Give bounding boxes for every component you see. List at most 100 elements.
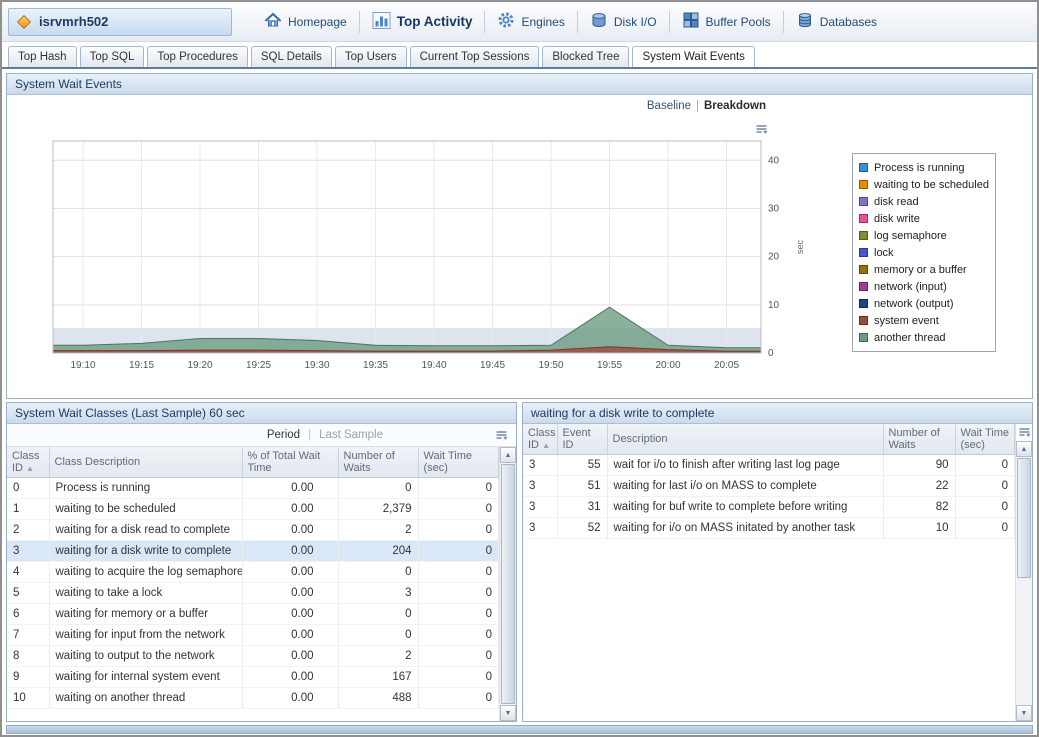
cell-number-of-waits: 0	[338, 624, 418, 645]
column-header-wait-time[interactable]: Wait Time (sec)	[955, 424, 1015, 454]
panel-title: waiting for a disk write to complete	[523, 403, 1032, 424]
nav-label: Top Activity	[397, 14, 473, 29]
tab-top-hash[interactable]: Top Hash	[8, 46, 77, 67]
table-row[interactable]: 351waiting for last i/o on MASS to compl…	[523, 475, 1015, 496]
scroll-up-button[interactable]: ▲	[500, 447, 516, 463]
cell-wait-time: 0	[955, 475, 1015, 496]
svg-text:20:00: 20:00	[655, 360, 680, 371]
table-row[interactable]: 2waiting for a disk read to complete0.00…	[7, 519, 499, 540]
svg-text:20:05: 20:05	[714, 360, 739, 371]
svg-text:19:15: 19:15	[129, 360, 154, 371]
cell-wait-time: 0	[955, 496, 1015, 517]
column-header-class-id[interactable]: Class ID ▲	[523, 424, 557, 454]
cell-number-of-waits: 167	[338, 666, 418, 687]
scrollbar-track[interactable]	[1016, 457, 1032, 705]
wait-classes-table-body: 0Process is running0.00001waiting to be …	[7, 477, 499, 708]
legend-swatch-icon	[859, 180, 868, 189]
scroll-up-button[interactable]: ▲	[1016, 441, 1032, 457]
table-row[interactable]: 352waiting for i/o on MASS initated by a…	[523, 517, 1015, 538]
nav-item-disk-io[interactable]: Disk I/O	[578, 11, 669, 32]
scrollbar-thumb[interactable]	[501, 464, 515, 704]
period-value-dropdown[interactable]: Last Sample	[319, 429, 383, 441]
main-navigation: Homepage Top Activity Engines Disk I/O B…	[252, 2, 889, 41]
cell-wait-time: 0	[955, 517, 1015, 538]
table-row[interactable]: 0Process is running0.0000	[7, 477, 499, 498]
legend-swatch-icon	[859, 299, 868, 308]
svg-text:19:25: 19:25	[246, 360, 271, 371]
legend-label: log semaphore	[874, 230, 947, 242]
column-header-number-of-waits[interactable]: Number of Waits	[338, 447, 418, 477]
tab-top-sql[interactable]: Top SQL	[80, 46, 145, 67]
server-name: isrvmrh502	[39, 14, 108, 29]
table-row[interactable]: 7waiting for input from the network0.000…	[7, 624, 499, 645]
cell-wait-time: 0	[955, 454, 1015, 475]
column-header-number-of-waits[interactable]: Number of Waits	[883, 424, 955, 454]
cell-number-of-waits: 22	[883, 475, 955, 496]
tab-blocked-tree[interactable]: Blocked Tree	[542, 46, 629, 67]
table-row[interactable]: 5waiting to take a lock0.0030	[7, 582, 499, 603]
cell-class-description: waiting for a disk read to complete	[49, 519, 242, 540]
nav-item-databases[interactable]: Databases	[784, 11, 889, 32]
nav-item-engines[interactable]: Engines	[485, 11, 576, 32]
vertical-scrollbar[interactable]: ▲ ▼	[1015, 424, 1032, 721]
cell-wait-time: 0	[418, 540, 499, 561]
cell-class-id: 6	[7, 603, 49, 624]
cell-wait-time: 0	[418, 561, 499, 582]
legend-label: network (input)	[874, 281, 947, 293]
column-header-pct-total-wait-time[interactable]: % of Total Wait Time	[242, 447, 338, 477]
cell-class-id: 2	[7, 519, 49, 540]
nav-item-homepage[interactable]: Homepage	[252, 11, 359, 32]
scroll-down-button[interactable]: ▼	[500, 705, 516, 721]
server-selector[interactable]: isrvmrh502	[8, 8, 232, 36]
cell-pct-total-wait-time: 0.00	[242, 540, 338, 561]
tab-current-top-sessions[interactable]: Current Top Sessions	[410, 46, 540, 67]
table-row[interactable]: 4waiting to acquire the log semaphore0.0…	[7, 561, 499, 582]
period-toolbar: Period | Last Sample	[7, 424, 516, 447]
baseline-link[interactable]: Baseline	[647, 100, 691, 112]
cell-class-id: 3	[523, 475, 557, 496]
table-row[interactable]: 355wait for i/o to finish after writing …	[523, 454, 1015, 475]
table-row[interactable]: 6waiting for memory or a buffer0.0000	[7, 603, 499, 624]
cell-event-id: 55	[557, 454, 607, 475]
legend-label: waiting to be scheduled	[874, 179, 989, 191]
tab-top-users[interactable]: Top Users	[335, 46, 407, 67]
table-row[interactable]: 9waiting for internal system event0.0016…	[7, 666, 499, 687]
column-header-description[interactable]: Description	[607, 424, 883, 454]
svg-text:19:50: 19:50	[538, 360, 563, 371]
cell-class-description: waiting on another thread	[49, 687, 242, 708]
legend-swatch-icon	[859, 214, 868, 223]
table-row[interactable]: 10waiting on another thread0.004880	[7, 687, 499, 708]
column-header-event-id[interactable]: Event ID	[557, 424, 607, 454]
cell-number-of-waits: 10	[883, 517, 955, 538]
scroll-down-button[interactable]: ▼	[1016, 705, 1032, 721]
vertical-scrollbar[interactable]: ▲ ▼	[499, 447, 516, 721]
cell-number-of-waits: 82	[883, 496, 955, 517]
svg-text:19:20: 19:20	[187, 360, 212, 371]
tab-top-procedures[interactable]: Top Procedures	[147, 46, 248, 67]
svg-text:19:30: 19:30	[304, 360, 329, 371]
table-row[interactable]: 8waiting to output to the network0.0020	[7, 645, 499, 666]
table-row[interactable]: 331waiting for buf write to complete bef…	[523, 496, 1015, 517]
nav-item-top-activity[interactable]: Top Activity	[360, 11, 485, 33]
table-row[interactable]: 3waiting for a disk write to complete0.0…	[7, 540, 499, 561]
scrollbar-thumb[interactable]	[1017, 458, 1031, 578]
tab-system-wait-events[interactable]: System Wait Events	[632, 46, 754, 67]
nav-item-buffer-pools[interactable]: Buffer Pools	[670, 11, 783, 32]
svg-text:19:40: 19:40	[421, 360, 446, 371]
svg-text:0: 0	[768, 348, 774, 359]
tab-sql-details[interactable]: SQL Details	[251, 46, 332, 67]
bottom-splitter-bar[interactable]	[6, 725, 1033, 734]
cell-class-description: waiting for input from the network	[49, 624, 242, 645]
column-header-class-id[interactable]: Class ID ▲	[7, 447, 49, 477]
column-header-class-description[interactable]: Class Description	[49, 447, 242, 477]
column-header-wait-time[interactable]: Wait Time (sec)	[418, 447, 499, 477]
breakdown-link[interactable]: Breakdown	[704, 100, 766, 112]
options-menu-icon[interactable]	[495, 429, 508, 442]
tab-bar: Top HashTop SQLTop ProceduresSQL Details…	[2, 42, 1037, 69]
cell-number-of-waits: 0	[338, 603, 418, 624]
table-row[interactable]: 1waiting to be scheduled0.002,3790	[7, 498, 499, 519]
scrollbar-track[interactable]	[500, 463, 516, 705]
wait-events-chart[interactable]: 19:1019:1519:2019:2519:3019:3519:4019:45…	[9, 131, 809, 381]
options-menu-icon[interactable]	[1018, 426, 1031, 439]
database-icon	[796, 11, 814, 32]
